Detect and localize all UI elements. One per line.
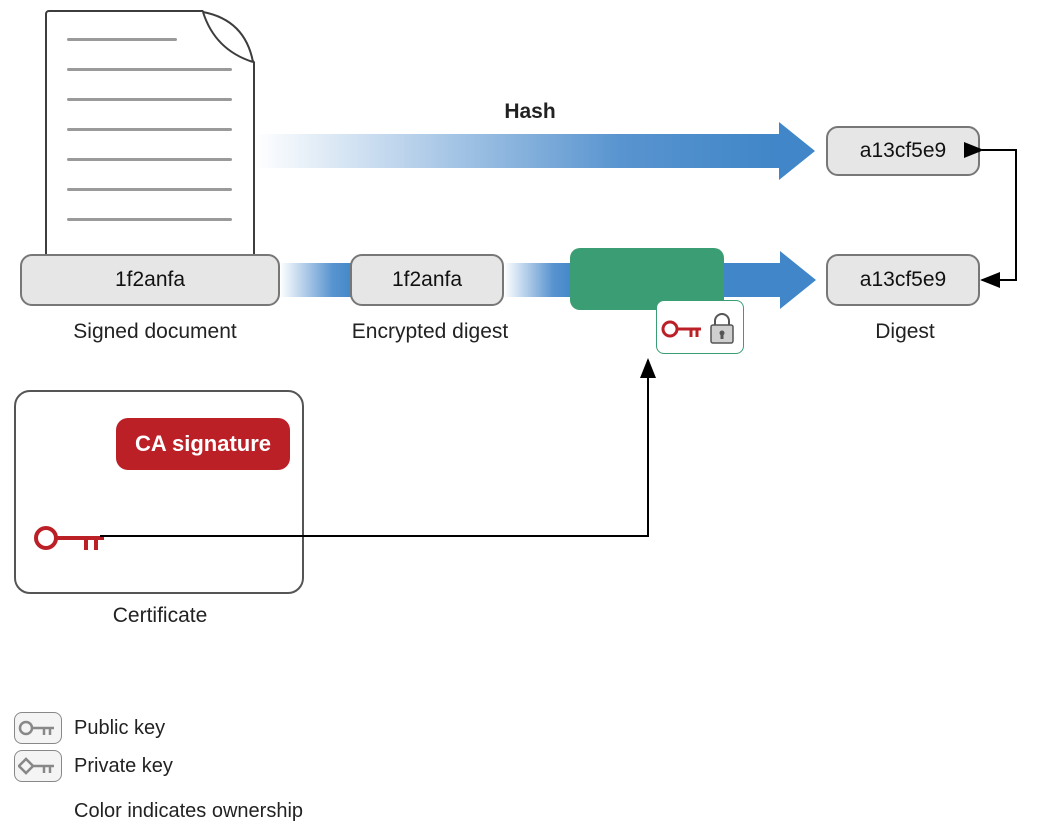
document-line <box>67 98 232 101</box>
legend-note: Color indicates ownership <box>74 800 303 823</box>
document-line <box>67 218 232 221</box>
key-icon <box>18 718 58 738</box>
private-key-icon <box>18 756 58 776</box>
hash-label: Hash <box>430 100 630 124</box>
lock-icon <box>707 311 737 345</box>
key-icon <box>32 522 112 554</box>
document-line <box>67 188 232 191</box>
legend-public-label: Public key <box>74 717 165 740</box>
signed-doc-caption: Signed document <box>45 320 265 344</box>
document-line <box>67 128 232 131</box>
digest-caption: Digest <box>860 320 950 344</box>
certificate-caption: Certificate <box>90 604 230 628</box>
legend-private-label: Private key <box>74 755 173 778</box>
ca-signature-badge: CA signature <box>116 418 290 470</box>
document-line <box>67 158 232 161</box>
arrow-stub-1 <box>280 263 355 297</box>
signed-doc-value-box: 1f2anfa <box>20 254 280 306</box>
arrow-to-digest <box>724 263 816 297</box>
digest-bottom-box: a13cf5e9 <box>826 254 980 306</box>
legend-private-key-icon <box>14 750 62 782</box>
key-icon <box>661 317 705 341</box>
diagram-stage: Hash a13cf5e9 1f2anfa Signed document 1f… <box>0 0 1044 836</box>
document-icon <box>45 10 255 260</box>
encrypted-digest-caption: Encrypted digest <box>330 320 530 344</box>
keylock-panel <box>656 300 744 354</box>
document-fold-icon <box>45 10 255 260</box>
arrow-stub-2 <box>504 263 574 297</box>
document-line <box>67 68 232 71</box>
legend-public-key-icon <box>14 712 62 744</box>
digest-top-box: a13cf5e9 <box>826 126 980 176</box>
document-line <box>67 38 177 41</box>
certificate-panel: CA signature <box>14 390 304 594</box>
hash-arrow <box>255 134 815 168</box>
encrypted-digest-box: 1f2anfa <box>350 254 504 306</box>
